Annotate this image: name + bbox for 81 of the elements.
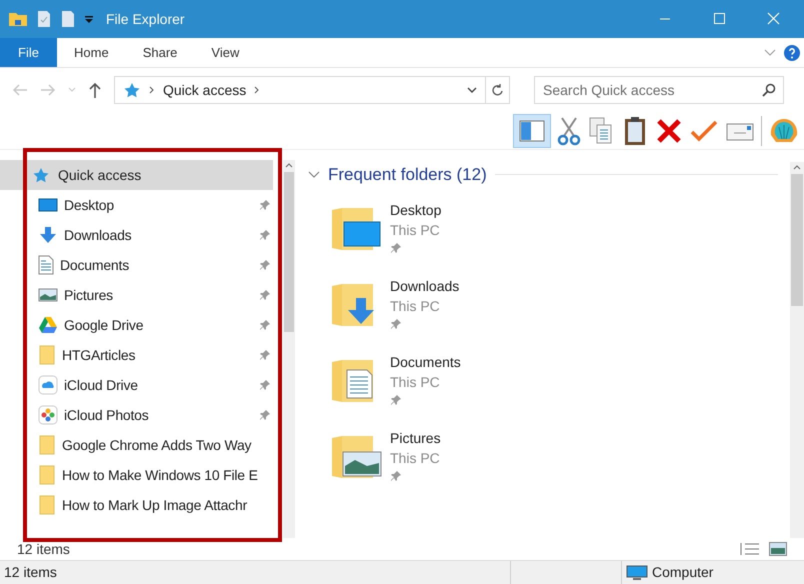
pin-icon[interactable]	[390, 318, 402, 330]
pin-icon[interactable]	[259, 259, 271, 271]
pin-icon[interactable]	[259, 349, 271, 361]
thumbnail-view-icon[interactable]	[769, 542, 787, 556]
pin-icon[interactable]	[259, 319, 271, 331]
star-icon	[123, 82, 141, 98]
scroll-thumb[interactable]	[284, 172, 294, 332]
down-arrow-icon	[38, 226, 58, 244]
pin-icon[interactable]	[390, 242, 402, 254]
address-path: Quick access	[163, 80, 246, 100]
folder-location: This PC	[390, 372, 441, 392]
pin-icon[interactable]	[390, 394, 402, 406]
address-bar[interactable]: Quick access	[114, 76, 510, 104]
scissors-icon[interactable]	[557, 116, 581, 146]
scrollbar[interactable]	[790, 162, 804, 538]
pin-icon[interactable]	[259, 229, 271, 241]
pane-icon	[519, 120, 545, 142]
folder-icon	[38, 465, 56, 485]
document-icon	[38, 255, 54, 275]
monitor-icon	[626, 564, 648, 580]
folder-location: This PC	[390, 448, 441, 468]
search-icon	[762, 83, 776, 97]
preview-pane-button[interactable]	[513, 114, 551, 148]
folder-location: This PC	[390, 220, 441, 240]
chevron-right-icon	[254, 86, 260, 94]
folder-icon	[38, 495, 56, 515]
picture-icon	[38, 287, 58, 303]
pin-icon[interactable]	[259, 409, 271, 421]
nav-item[interactable]: Google Drive	[0, 310, 283, 340]
nav-header[interactable]: Quick access	[0, 160, 273, 190]
nav-item[interactable]: iCloud Drive	[0, 370, 283, 400]
up-arrow-icon[interactable]	[88, 82, 102, 98]
folder-icon[interactable]	[8, 11, 28, 27]
details-view-icon[interactable]	[739, 541, 761, 557]
file-menu-button[interactable]: File	[0, 38, 57, 67]
nav-item[interactable]: Pictures	[0, 280, 283, 310]
chevron-icon[interactable]	[308, 170, 320, 179]
folder-icon	[38, 345, 56, 365]
help-icon[interactable]	[784, 44, 800, 60]
nav-item[interactable]: Google Chrome Adds Two Way	[0, 430, 283, 460]
ribbon-tab[interactable]: Home	[57, 38, 126, 67]
pin-icon[interactable]	[259, 289, 271, 301]
location-label: Computer	[652, 563, 714, 582]
triangle-logo-icon	[38, 316, 58, 334]
nav-item[interactable]: Documents	[0, 250, 283, 280]
scrollbar[interactable]	[283, 160, 295, 538]
back-arrow-icon[interactable]	[12, 83, 28, 97]
folder-name[interactable]: Pictures	[390, 428, 441, 448]
folder-name[interactable]: Documents	[390, 352, 461, 372]
nav-item[interactable]: HTGArticles	[0, 340, 283, 370]
monitor-icon	[38, 197, 58, 213]
folder-name[interactable]: Downloads	[390, 276, 460, 296]
nav-item[interactable]: How to Make Windows 10 File E	[0, 460, 283, 490]
chevron-down-icon[interactable]	[467, 87, 477, 93]
item-count: 12 items	[3, 563, 58, 582]
document-icon[interactable]	[60, 10, 76, 28]
dropdown-icon[interactable]	[84, 14, 94, 24]
window-title: File Explorer	[106, 10, 185, 29]
folder-icon	[38, 435, 56, 455]
refresh-icon	[492, 83, 504, 97]
folder-location: This PC	[390, 296, 441, 316]
scroll-thumb[interactable]	[791, 174, 803, 306]
nav-item[interactable]: iCloud Photos	[0, 400, 283, 430]
document-check-icon[interactable]	[36, 10, 52, 28]
pin-icon[interactable]	[390, 470, 402, 482]
forward-arrow-icon[interactable]	[40, 83, 56, 97]
item-count: 12 items	[17, 540, 70, 558]
ribbon-tab[interactable]: View	[194, 38, 256, 67]
flower-icon	[38, 405, 58, 425]
nav-item[interactable]: Desktop	[0, 190, 283, 220]
group-header[interactable]: Frequent folders (12)	[328, 162, 487, 188]
pin-icon[interactable]	[259, 199, 271, 211]
folder-name[interactable]: Desktop	[390, 200, 442, 220]
search-field[interactable]: Search Quick access	[534, 76, 784, 104]
cloud-icon	[38, 375, 58, 395]
pin-icon[interactable]	[259, 379, 271, 391]
nav-item[interactable]: Downloads	[0, 220, 283, 250]
ribbon-tab[interactable]: Share	[126, 38, 194, 67]
chevron-right-icon	[149, 86, 155, 94]
star-icon	[32, 167, 50, 183]
nav-item[interactable]: How to Mark Up Image Attachr	[0, 490, 283, 520]
